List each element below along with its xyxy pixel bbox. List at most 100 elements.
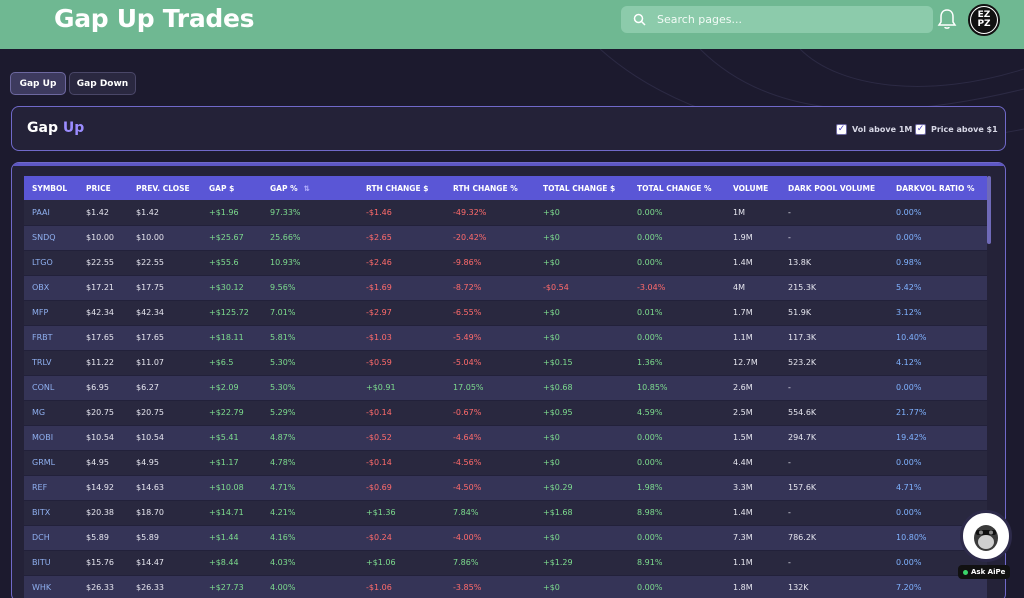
bell-icon[interactable]: [937, 8, 957, 30]
table-row[interactable]: CONL $6.95 $6.27 +$2.09 5.30% +$0.91 17.05% +$0…: [24, 375, 987, 401]
filter-price-above-1[interactable]: ✓ Price above $1: [915, 124, 998, 135]
cell-gap-dollar: +$8.44: [201, 550, 262, 576]
cell-symbol[interactable]: BITX: [24, 500, 78, 526]
cell-total-change-dollar: -$0.54: [535, 275, 629, 301]
cell-symbol[interactable]: MOBI: [24, 425, 78, 451]
cell-symbol[interactable]: OBX: [24, 275, 78, 301]
cell-prev-close: $14.63: [128, 475, 201, 501]
checkbox-checked-icon[interactable]: ✓: [915, 124, 926, 135]
cell-price: $5.89: [78, 525, 128, 551]
cell-prev-close: $22.55: [128, 250, 201, 276]
column-header-total-change[interactable]: TOTAL CHANGE %: [629, 176, 725, 200]
cell-symbol[interactable]: GRML: [24, 450, 78, 476]
cell-symbol[interactable]: LTGO: [24, 250, 78, 276]
cell-symbol[interactable]: BITU: [24, 550, 78, 576]
table-row[interactable]: MG $20.75 $20.75 +$22.79 5.29% -$0.14 -0.67% +$…: [24, 400, 987, 426]
column-header-gap[interactable]: GAP $: [201, 176, 262, 200]
cell-dark-pool-volume: 132K: [780, 575, 888, 598]
cell-gap-dollar: +$55.6: [201, 250, 262, 276]
sort-icon[interactable]: ⇅: [304, 184, 310, 193]
column-header-dark-pool-volume[interactable]: DARK POOL VOLUME: [780, 176, 888, 200]
cell-prev-close: $42.34: [128, 300, 201, 326]
table-row[interactable]: DCH $5.89 $5.89 +$1.44 4.16% -$0.24 -4.00% +$0 0…: [24, 525, 987, 551]
table-scrollbar[interactable]: [987, 176, 991, 244]
cell-symbol[interactable]: FRBT: [24, 325, 78, 351]
cell-rth-change-dollar: -$0.69: [358, 475, 445, 501]
cell-gap-pct: 5.30%: [262, 375, 358, 401]
cell-total-change-pct: 8.91%: [629, 550, 725, 576]
cell-symbol[interactable]: MFP: [24, 300, 78, 326]
table-row[interactable]: FRBT $17.65 $17.65 +$18.11 5.81% -$1.03 -5.49%…: [24, 325, 987, 351]
cell-total-change-dollar: +$0: [535, 450, 629, 476]
cell-rth-change-dollar: -$1.69: [358, 275, 445, 301]
column-header-total-change[interactable]: TOTAL CHANGE $: [535, 176, 629, 200]
column-header-label: DARKVOL RATIO %: [896, 183, 975, 193]
cell-rth-change-pct: -4.00%: [445, 525, 535, 551]
column-header-symbol[interactable]: SYMBOL: [24, 176, 78, 200]
table-row[interactable]: MOBI $10.54 $10.54 +$5.41 4.87% -$0.52 -4.64% +…: [24, 425, 987, 451]
cell-rth-change-pct: 17.05%: [445, 375, 535, 401]
cell-prev-close: $17.65: [128, 325, 201, 351]
search-input[interactable]: [657, 13, 917, 26]
tab-gap-down[interactable]: Gap Down: [69, 72, 136, 95]
table-row[interactable]: GRML $4.95 $4.95 +$1.17 4.78% -$0.14 -4.56% +$0…: [24, 450, 987, 476]
table-row[interactable]: SNDQ $10.00 $10.00 +$25.67 25.66% -$2.65 -20.4…: [24, 225, 987, 251]
cell-price: $10.54: [78, 425, 128, 451]
cell-rth-change-pct: 7.84%: [445, 500, 535, 526]
checkbox-checked-icon[interactable]: ✓: [836, 124, 847, 135]
page-title: Gap Up Trades: [54, 4, 255, 33]
column-header-label: DARK POOL VOLUME: [788, 183, 876, 193]
cell-symbol[interactable]: MG: [24, 400, 78, 426]
cell-total-change-pct: 1.98%: [629, 475, 725, 501]
cell-gap-dollar: +$6.5: [201, 350, 262, 376]
column-header-gap[interactable]: GAP % ⇅: [262, 176, 358, 200]
table-row[interactable]: PAAI $1.42 $1.42 +$1.96 97.33% -$1.46 -49.32% +…: [24, 200, 987, 226]
column-header-rth-change[interactable]: RTH CHANGE $: [358, 176, 445, 200]
avatar[interactable]: EZ PZ: [968, 4, 1000, 36]
cell-dark-pool-volume: 523.2K: [780, 350, 888, 376]
cell-dark-pool-volume: 157.6K: [780, 475, 888, 501]
cell-volume: 1.5M: [725, 425, 780, 451]
cell-symbol[interactable]: DCH: [24, 525, 78, 551]
table-row[interactable]: LTGO $22.55 $22.55 +$55.6 10.93% -$2.46 -9.86%…: [24, 250, 987, 276]
column-header-prev-close[interactable]: PREV. CLOSE: [128, 176, 201, 200]
column-header-darkvol-ratio[interactable]: DARKVOL RATIO %: [888, 176, 987, 200]
cell-gap-pct: 4.03%: [262, 550, 358, 576]
cell-symbol[interactable]: PAAI: [24, 200, 78, 226]
cell-total-change-dollar: +$1.68: [535, 500, 629, 526]
table-row[interactable]: REF $14.92 $14.63 +$10.08 4.71% -$0.69 -4.50% +…: [24, 475, 987, 501]
ask-aipe-button[interactable]: [960, 510, 1012, 562]
table-row[interactable]: OBX $17.21 $17.75 +$30.12 9.56% -$1.69 -8.72% -…: [24, 275, 987, 301]
cell-symbol[interactable]: CONL: [24, 375, 78, 401]
table-row[interactable]: BITU $15.76 $14.47 +$8.44 4.03% +$1.06 7.86% +$…: [24, 550, 987, 576]
column-header-rth-change[interactable]: RTH CHANGE %: [445, 176, 535, 200]
cell-rth-change-pct: -49.32%: [445, 200, 535, 226]
cell-total-change-dollar: +$1.29: [535, 550, 629, 576]
cell-rth-change-pct: -20.42%: [445, 225, 535, 251]
tab-gap-up[interactable]: Gap Up: [10, 72, 66, 95]
section-header: Gap Up ✓ Vol above 1M ✓ Price above $1: [11, 106, 1006, 151]
cell-symbol[interactable]: WHK: [24, 575, 78, 598]
cell-symbol[interactable]: REF: [24, 475, 78, 501]
cell-total-change-dollar: +$0: [535, 575, 629, 598]
cell-gap-pct: 4.00%: [262, 575, 358, 598]
cell-total-change-pct: 1.36%: [629, 350, 725, 376]
table-row[interactable]: TRLV $11.22 $11.07 +$6.5 5.30% -$0.59 -5.04% +$…: [24, 350, 987, 376]
filter-vol-above-1m[interactable]: ✓ Vol above 1M: [836, 124, 912, 135]
column-header-volume[interactable]: VOLUME: [725, 176, 780, 200]
cell-total-change-dollar: +$0.15: [535, 350, 629, 376]
cell-gap-pct: 4.16%: [262, 525, 358, 551]
cell-volume: 1.1M: [725, 325, 780, 351]
cell-rth-change-dollar: +$1.06: [358, 550, 445, 576]
search-box[interactable]: [621, 6, 933, 33]
table-row[interactable]: BITX $20.38 $18.70 +$14.71 4.21% +$1.36 7.84% +…: [24, 500, 987, 526]
column-header-price[interactable]: PRICE: [78, 176, 128, 200]
table-row[interactable]: MFP $42.34 $42.34 +$125.72 7.01% -$2.97 -6.55%…: [24, 300, 987, 326]
table-row[interactable]: WHK $26.33 $26.33 +$27.73 4.00% -$1.06 -3.85% +…: [24, 575, 987, 598]
ask-aipe-label[interactable]: Ask AiPe: [958, 565, 1011, 579]
cell-symbol[interactable]: TRLV: [24, 350, 78, 376]
cell-total-change-pct: 0.00%: [629, 425, 725, 451]
cell-rth-change-pct: -4.56%: [445, 450, 535, 476]
cell-gap-pct: 9.56%: [262, 275, 358, 301]
cell-symbol[interactable]: SNDQ: [24, 225, 78, 251]
